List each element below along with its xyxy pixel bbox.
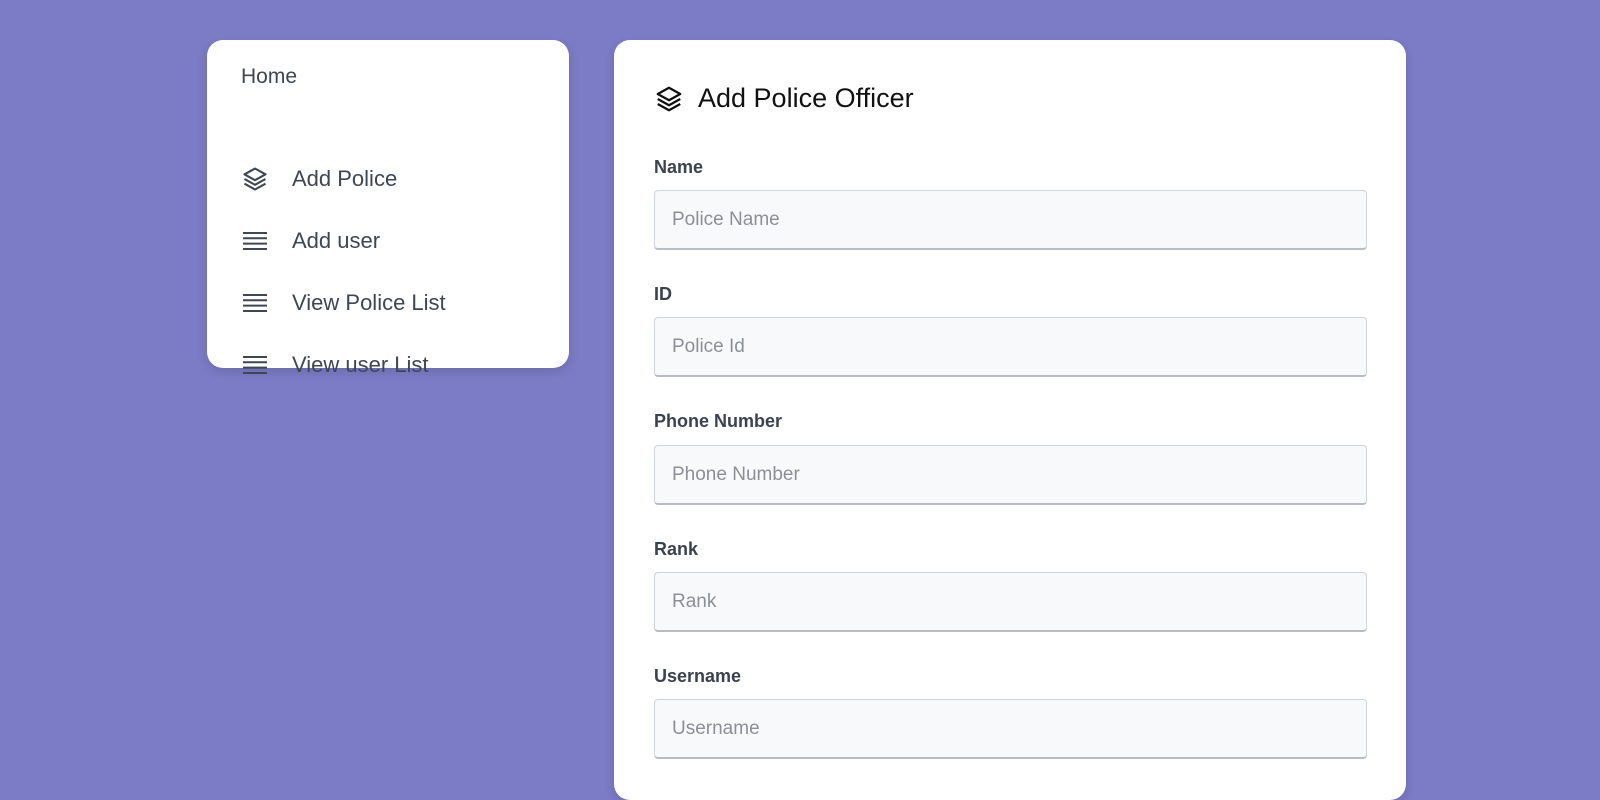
police-name-input[interactable] — [654, 190, 1367, 250]
name-label: Name — [654, 157, 704, 177]
phone-number-label: Phone Number — [654, 411, 783, 431]
sidebar-nav: Home Add Police Add user View Police Lis… — [207, 40, 569, 377]
username-label: Username — [654, 666, 742, 686]
rank-label: Rank — [654, 539, 699, 559]
police-id-input[interactable] — [654, 317, 1367, 377]
id-label: ID — [654, 284, 672, 304]
menu-lines-icon — [241, 227, 269, 255]
sidebar-item-label: Add Police — [292, 166, 398, 191]
sidebar-item-label: View user List — [292, 352, 429, 377]
phone-number-input[interactable] — [654, 445, 1367, 505]
menu-lines-icon — [241, 289, 269, 317]
sidebar-item-home[interactable]: Home — [241, 65, 297, 89]
sidebar-item-add-user[interactable]: Add user — [241, 221, 380, 261]
rank-input[interactable] — [654, 572, 1367, 632]
form-header: Add Police Officer — [654, 83, 914, 114]
sidebar-item-add-police[interactable]: Add Police — [241, 159, 397, 199]
page-title: Add Police Officer — [698, 83, 914, 113]
sidebar-item-view-police-list[interactable]: View Police List — [241, 283, 446, 323]
layers-icon — [241, 165, 269, 193]
sidebar-item-label: Add user — [292, 228, 381, 253]
add-police-form-card: Add Police Officer Name ID Phone Number … — [614, 40, 1406, 800]
username-input[interactable] — [654, 699, 1367, 759]
sidebar-item-label: View Police List — [292, 290, 446, 315]
sidebar-item-view-user-list[interactable]: View user List — [241, 345, 429, 385]
layers-icon — [654, 84, 684, 114]
menu-lines-icon — [241, 351, 269, 379]
